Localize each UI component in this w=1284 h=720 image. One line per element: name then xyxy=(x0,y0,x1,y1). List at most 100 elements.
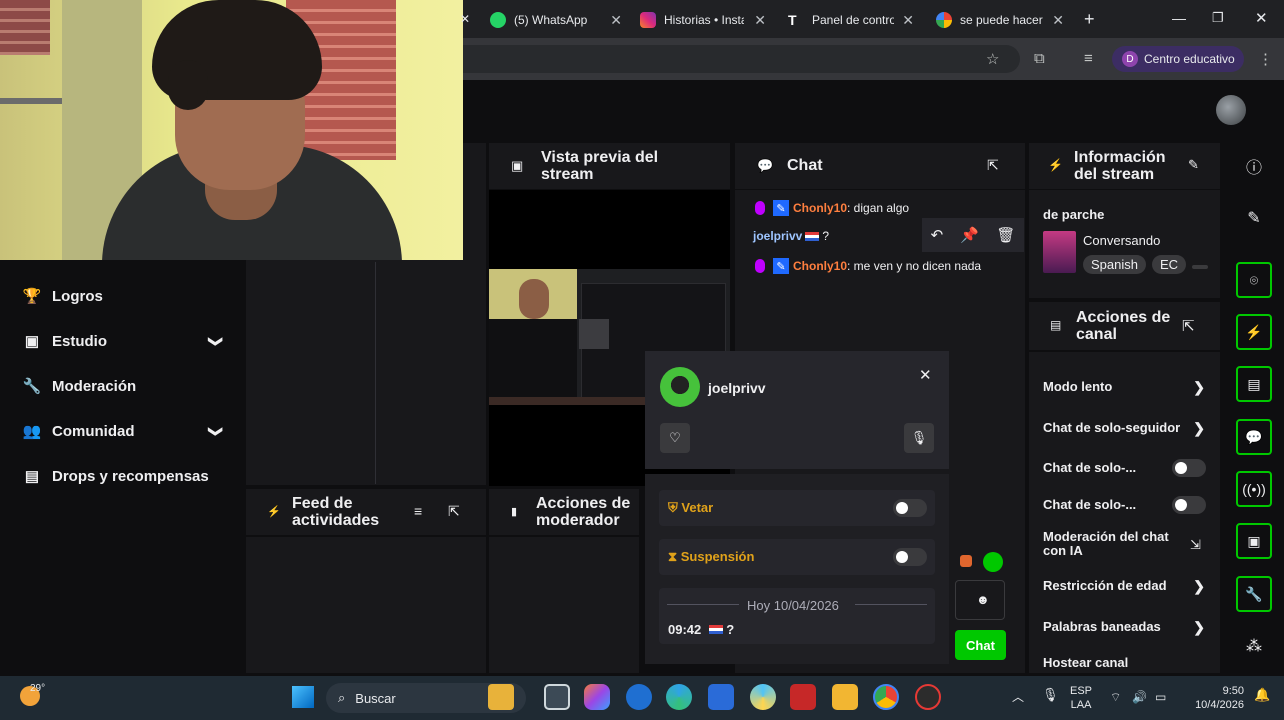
sidebar-item-estudio[interactable]: ▣ Estudio ❯ xyxy=(22,332,225,351)
new-tab-button[interactable]: + xyxy=(1084,9,1095,30)
popout-icon[interactable]: ⇱ xyxy=(448,503,460,520)
action-banned-words[interactable]: Palabras baneadas ❯ xyxy=(1043,619,1205,635)
action-followers-only[interactable]: Chat de solo-seguidor ❯ xyxy=(1043,420,1205,436)
ban-icon: ⛨ xyxy=(668,500,678,515)
ad-icon[interactable]: ▣ xyxy=(1236,523,1272,559)
wifi-icon[interactable]: ⌔ xyxy=(1110,690,1121,704)
popout-icon[interactable]: ⇱ xyxy=(1182,317,1195,335)
close-tab-icon[interactable]: ✕ xyxy=(1052,12,1064,29)
media-control-icon[interactable]: ≡ xyxy=(1084,50,1093,67)
chevron-down-icon[interactable]: ❯ xyxy=(208,335,225,347)
quick-action-bolt-icon[interactable]: ⚡ xyxy=(1236,314,1272,350)
file-explorer-icon[interactable] xyxy=(832,684,858,710)
obs-icon[interactable] xyxy=(915,684,941,710)
tab-label: Historias • Instag xyxy=(664,13,744,27)
volume-icon[interactable]: 🔊 xyxy=(1132,690,1147,704)
external-link-icon[interactable]: ⇲ xyxy=(1190,537,1201,553)
edge-icon[interactable] xyxy=(666,684,692,710)
mute-mic-icon: 🎙 xyxy=(910,430,928,445)
bookmark-star-icon[interactable]: ☆ xyxy=(986,50,999,68)
address-bar[interactable] xyxy=(420,45,1020,73)
clock[interactable]: 9:50 10/4/2026 xyxy=(1190,684,1244,712)
chat-message[interactable]: joelprivv ? xyxy=(753,229,829,243)
tab-panel-control[interactable]: T Panel de control ✕ xyxy=(788,6,914,34)
bits-icon[interactable] xyxy=(960,555,972,567)
tab-instagram[interactable]: Historias • Instag ✕ xyxy=(640,6,766,34)
points-icon[interactable] xyxy=(983,552,1003,572)
ban-row-label: ⛨ Vetar xyxy=(668,500,713,516)
close-tab-icon[interactable]: ✕ xyxy=(754,12,766,29)
chat-only-toggle-1[interactable] xyxy=(1172,459,1206,477)
chat-username[interactable]: Chonly10 xyxy=(793,201,847,215)
mcafee-icon[interactable] xyxy=(790,684,816,710)
chrome-icon[interactable] xyxy=(873,684,899,710)
close-icon[interactable]: ✕ xyxy=(919,366,932,384)
sidebar-item-moderacion[interactable]: 🔧 Moderación xyxy=(22,377,222,396)
action-age-restriction[interactable]: Restricción de edad ❯ xyxy=(1043,578,1205,594)
notes-icon[interactable]: ▤ xyxy=(1236,366,1272,402)
sidebar-item-logros[interactable]: 🏆 Logros xyxy=(22,287,222,306)
tab-google-search[interactable]: se puede hacer c ✕ xyxy=(936,6,1064,34)
wrench-icon[interactable]: 🔧 xyxy=(1236,576,1272,612)
battery-icon[interactable]: ▭ xyxy=(1155,690,1166,704)
add-action-icon[interactable]: ⁂ xyxy=(1236,628,1272,664)
action-label: Modo lento xyxy=(1043,379,1113,394)
microphone-icon[interactable]: 🎙 xyxy=(1042,688,1059,702)
user-card-username[interactable]: joelprivv xyxy=(708,380,766,396)
hp-icon[interactable] xyxy=(626,684,652,710)
popout-icon[interactable]: ⇱ xyxy=(987,157,999,174)
emote-picker-icon[interactable]: ☻ xyxy=(976,592,990,607)
tag-pill[interactable]: EC xyxy=(1151,255,1187,274)
chat-message[interactable]: ✎ Chonly10 : digan algo xyxy=(755,200,909,216)
edit-pencil-icon[interactable]: ✎ xyxy=(1188,157,1199,173)
store-icon[interactable] xyxy=(708,684,734,710)
chat-only-toggle-2[interactable] xyxy=(1172,496,1206,514)
explorer-weather-icon[interactable] xyxy=(750,684,776,710)
undo-icon[interactable]: ↶ xyxy=(931,226,944,244)
edit-icon[interactable]: ✎ xyxy=(1236,200,1272,236)
chevron-down-icon[interactable]: ❯ xyxy=(208,425,225,437)
close-window-icon[interactable]: ✕ xyxy=(1255,9,1268,27)
tag-pill[interactable]: Spanish xyxy=(1083,255,1146,274)
chat-send-button[interactable]: Chat xyxy=(955,630,1006,660)
follow-heart-button[interactable]: ♡ xyxy=(660,423,690,453)
broadcast-icon[interactable]: ((•)) xyxy=(1236,471,1272,507)
chat-bubble-icon[interactable]: 💬 xyxy=(1236,419,1272,455)
action-slow-mode[interactable]: Modo lento ❯ xyxy=(1043,379,1205,395)
browser-menu-icon[interactable]: ⋮ xyxy=(1258,50,1273,68)
whisper-button[interactable]: 🎙 xyxy=(904,423,934,453)
notifications-icon[interactable]: 🔔 xyxy=(1254,688,1270,702)
minimize-window-icon[interactable]: — xyxy=(1172,10,1186,26)
task-view-icon[interactable] xyxy=(544,684,570,710)
history-text: ? xyxy=(726,622,735,637)
close-tab-icon[interactable]: ✕ xyxy=(902,12,914,29)
sidebar-item-drops[interactable]: ▤ Drops y recompensas xyxy=(22,467,222,486)
info-icon[interactable]: ⓘ xyxy=(1236,148,1272,184)
chat-username[interactable]: joelprivv xyxy=(753,229,802,243)
action-ai-moderation[interactable]: Moderación del chat con IA xyxy=(1043,530,1183,558)
sidebar-item-label: Moderación xyxy=(52,377,137,395)
search-highlight-icon[interactable] xyxy=(488,684,514,710)
show-hidden-icons[interactable]: ︿ xyxy=(1012,690,1024,704)
delete-icon[interactable]: 🗑 xyxy=(996,226,1015,244)
maximize-window-icon[interactable]: ❐ xyxy=(1212,10,1224,26)
pin-icon[interactable]: 📌 xyxy=(960,226,979,244)
close-tab-icon[interactable]: ✕ xyxy=(610,12,622,29)
ban-toggle[interactable] xyxy=(893,499,927,517)
chat-username[interactable]: Chonly10 xyxy=(793,259,847,273)
sidebar-item-comunidad[interactable]: 👥 Comunidad ❯ xyxy=(22,422,225,441)
action-host-channel[interactable]: Hostear canal xyxy=(1043,655,1205,670)
tag-pill-truncated[interactable] xyxy=(1192,265,1209,269)
timeout-toggle[interactable] xyxy=(893,548,927,566)
tab-whatsapp[interactable]: (5) WhatsApp ✕ xyxy=(490,6,622,34)
filter-icon[interactable]: ≡ xyxy=(414,503,422,519)
extensions-icon[interactable]: ⧉ xyxy=(1034,50,1045,67)
language-indicator[interactable]: ESP LAA xyxy=(1070,684,1092,712)
copilot-icon[interactable] xyxy=(584,684,610,710)
windows-start-icon[interactable] xyxy=(292,686,314,708)
profile-chip[interactable]: D Centro educativo xyxy=(1112,46,1244,72)
close-tab-icon[interactable]: ✕ xyxy=(460,12,470,26)
user-avatar[interactable] xyxy=(1216,95,1246,125)
chat-message[interactable]: ✎ Chonly10 : me ven y no dicen nada xyxy=(755,258,981,274)
clip-icon[interactable]: ⌾ xyxy=(1236,262,1272,298)
